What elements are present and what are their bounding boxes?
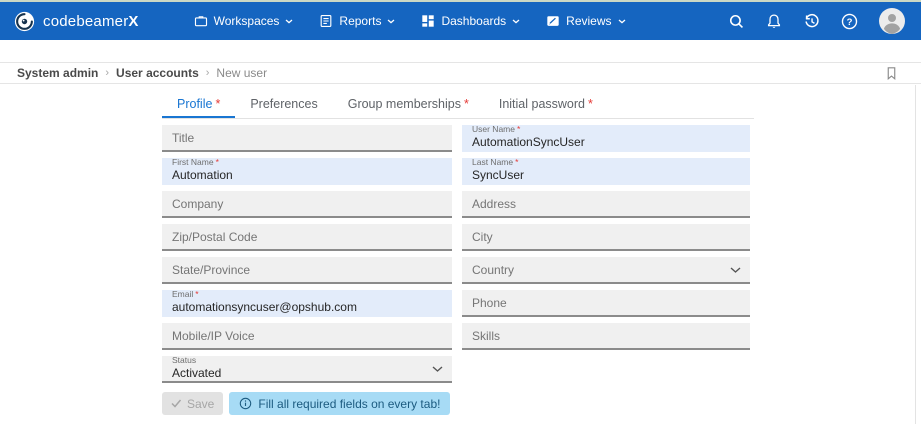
- field-placeholder: Mobile/IP Voice: [172, 329, 442, 343]
- required-marker: *: [216, 157, 219, 167]
- scroll-track-divider: [915, 85, 916, 424]
- mobile-ip-voice-field[interactable]: Mobile/IP Voice: [162, 323, 452, 350]
- chevron-down-icon: [512, 19, 520, 24]
- help-icon[interactable]: ?: [841, 13, 858, 30]
- status-select[interactable]: Status Activated: [162, 356, 452, 383]
- field-placeholder: Company: [172, 197, 442, 211]
- field-placeholder: Zip/Postal Code: [172, 230, 442, 244]
- tab-label: Profile: [177, 97, 212, 111]
- field-value: Activated: [172, 366, 442, 380]
- field-value: AutomationSyncUser: [472, 135, 740, 149]
- report-icon: [319, 14, 333, 28]
- field-label: User Name*: [472, 125, 740, 135]
- tab-preferences[interactable]: Preferences: [235, 91, 332, 118]
- required-marker: *: [515, 157, 518, 167]
- address-field[interactable]: Address: [462, 191, 750, 218]
- tab-label: Preferences: [250, 97, 317, 111]
- nav-label: Reports: [339, 14, 381, 28]
- form-tabs: Profile* Preferences Group memberships* …: [162, 91, 754, 119]
- email-field[interactable]: Email* automationsyncuser@opshub.com: [162, 290, 452, 317]
- field-value: SyncUser: [472, 168, 740, 182]
- tab-profile[interactable]: Profile*: [162, 91, 235, 118]
- field-label: Email*: [172, 290, 442, 300]
- chevron-down-icon: [285, 19, 293, 24]
- field-value: Automation: [172, 168, 442, 182]
- form-footer: Save Fill all required fields on every t…: [162, 392, 754, 415]
- new-user-form: Profile* Preferences Group memberships* …: [162, 91, 754, 415]
- zip-postal-code-field[interactable]: Zip/Postal Code: [162, 224, 452, 251]
- top-navbar: codebeamerX Workspaces Reports: [0, 2, 921, 40]
- field-placeholder: Country: [472, 263, 740, 277]
- nav-item-reports[interactable]: Reports: [306, 2, 408, 40]
- empty-grid-cell: [462, 356, 750, 383]
- chevron-down-icon: [730, 261, 741, 279]
- main-menu: Workspaces Reports Dashboards: [181, 2, 639, 40]
- required-marker: *: [517, 124, 520, 134]
- field-label: Status: [172, 356, 442, 366]
- review-icon: [546, 14, 560, 28]
- city-field[interactable]: City: [462, 224, 750, 251]
- search-icon[interactable]: [728, 13, 745, 30]
- chevron-down-icon: [387, 19, 395, 24]
- field-placeholder: Skills: [472, 329, 740, 343]
- breadcrumb-separator: ›: [105, 67, 109, 79]
- nav-label: Workspaces: [214, 14, 280, 28]
- nav-label: Reviews: [566, 14, 611, 28]
- company-field[interactable]: Company: [162, 191, 452, 218]
- dashboard-icon: [421, 14, 435, 28]
- required-marker: *: [464, 97, 469, 111]
- save-label: Save: [187, 397, 214, 411]
- field-label: Last Name*: [472, 158, 740, 168]
- required-marker: *: [588, 97, 593, 111]
- field-value: automationsyncuser@opshub.com: [172, 300, 442, 314]
- svg-text:?: ?: [847, 16, 853, 27]
- field-placeholder: Title: [172, 131, 442, 145]
- nav-item-reviews[interactable]: Reviews: [533, 2, 638, 40]
- tab-label: Group memberships: [348, 97, 461, 111]
- app-logo[interactable]: codebeamerX: [14, 11, 139, 32]
- chevron-down-icon: [432, 360, 443, 378]
- field-label: First Name*: [172, 158, 442, 168]
- chevron-down-icon: [618, 19, 626, 24]
- skills-field[interactable]: Skills: [462, 323, 750, 350]
- tab-label: Initial password: [499, 97, 585, 111]
- breadcrumb-new-user: New user: [216, 66, 267, 80]
- first-name-field[interactable]: First Name* Automation: [162, 158, 452, 185]
- warning-text: Fill all required fields on every tab!: [258, 397, 440, 411]
- history-icon[interactable]: [803, 13, 820, 30]
- app-title: codebeamerX: [43, 13, 139, 30]
- breadcrumb-user-accounts[interactable]: User accounts: [116, 66, 199, 80]
- bookmark-icon[interactable]: [885, 66, 898, 81]
- field-placeholder: State/Province: [172, 263, 442, 277]
- required-fields-warning: Fill all required fields on every tab!: [229, 392, 450, 415]
- breadcrumb: System admin › User accounts › New user: [0, 62, 921, 84]
- user-name-field[interactable]: User Name* AutomationSyncUser: [462, 125, 750, 152]
- required-marker: *: [215, 97, 220, 111]
- field-placeholder: Address: [472, 197, 740, 211]
- check-icon: [171, 399, 182, 408]
- nav-item-dashboards[interactable]: Dashboards: [408, 2, 533, 40]
- state-province-field[interactable]: State/Province: [162, 257, 452, 284]
- tab-group-memberships[interactable]: Group memberships*: [333, 91, 484, 118]
- nav-item-workspaces[interactable]: Workspaces: [181, 2, 307, 40]
- codebeamer-logo-icon: [14, 11, 35, 32]
- nav-label: Dashboards: [441, 14, 506, 28]
- navbar-actions: ?: [728, 8, 907, 34]
- briefcase-icon: [194, 14, 208, 28]
- country-select[interactable]: Country: [462, 257, 750, 284]
- title-field[interactable]: Title: [162, 125, 452, 152]
- profile-fields-grid: Title User Name* AutomationSyncUser Firs…: [162, 125, 754, 383]
- field-placeholder: Phone: [472, 296, 740, 310]
- phone-field[interactable]: Phone: [462, 290, 750, 317]
- required-marker: *: [195, 289, 198, 299]
- breadcrumb-separator: ›: [206, 67, 210, 79]
- notifications-bell-icon[interactable]: [766, 13, 782, 30]
- save-button[interactable]: Save: [162, 392, 223, 415]
- tab-initial-password[interactable]: Initial password*: [484, 91, 608, 118]
- avatar[interactable]: [879, 8, 905, 34]
- breadcrumb-system-admin[interactable]: System admin: [17, 66, 98, 80]
- last-name-field[interactable]: Last Name* SyncUser: [462, 158, 750, 185]
- field-placeholder: City: [472, 230, 740, 244]
- info-icon: [239, 397, 252, 410]
